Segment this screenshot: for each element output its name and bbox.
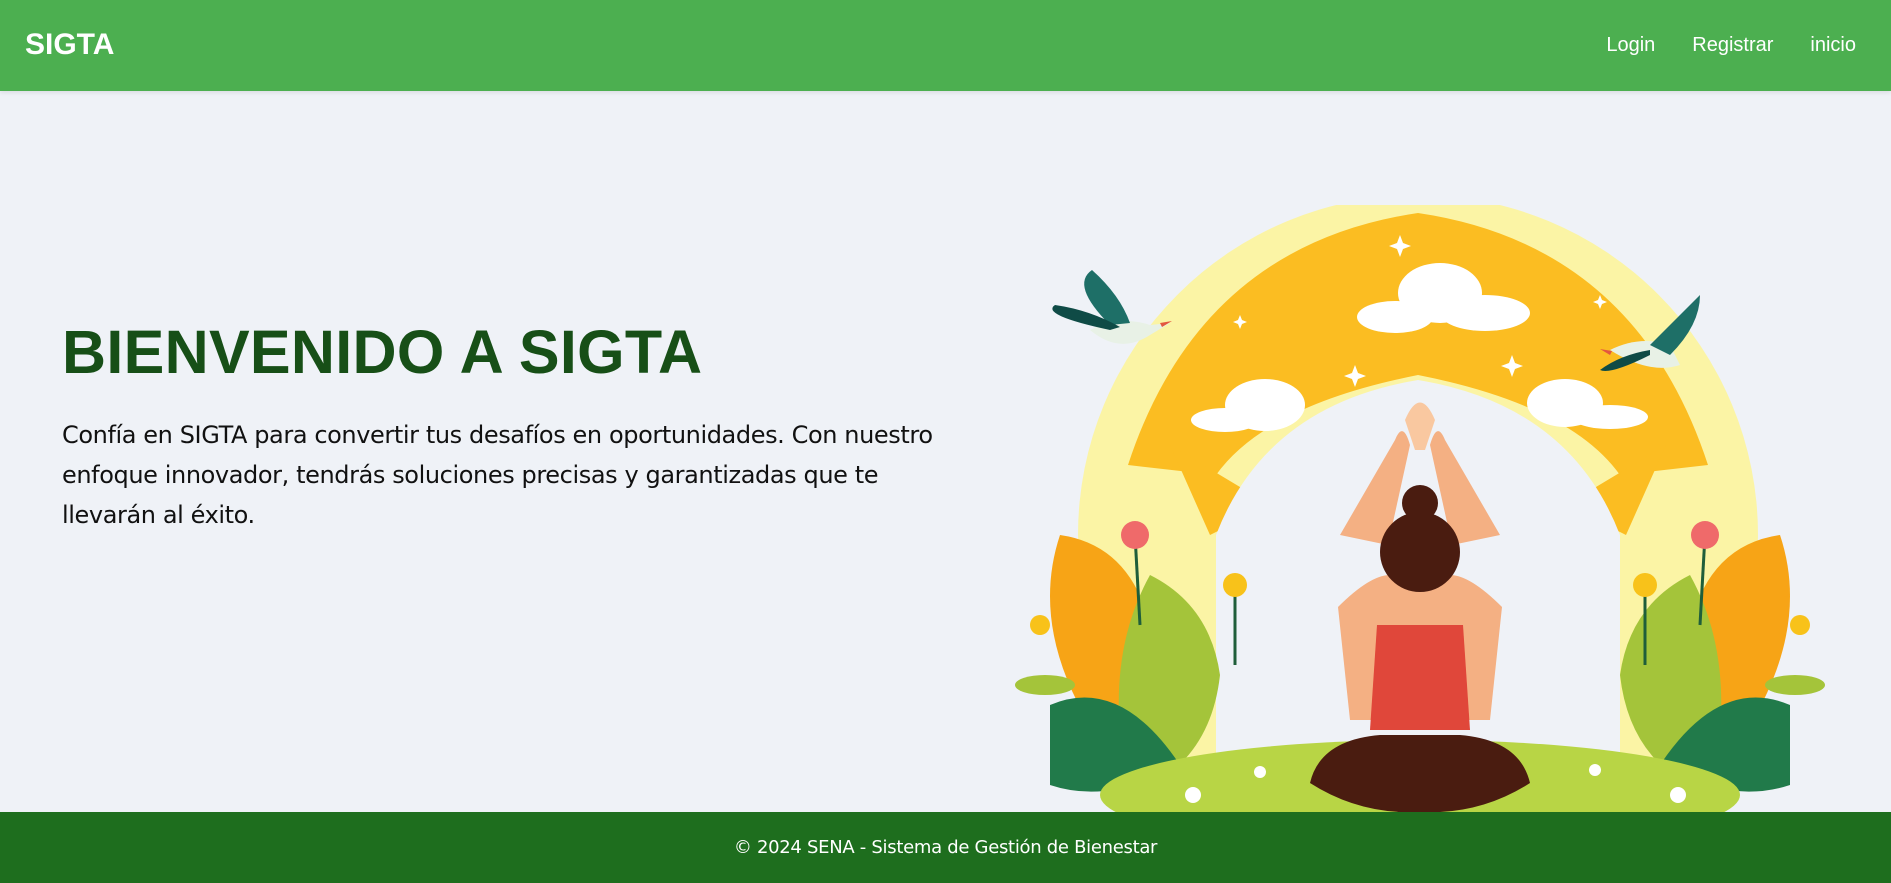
nav-links: Login Registrar inicio — [1606, 28, 1856, 62]
footer: © 2024 SENA - Sistema de Gestión de Bien… — [0, 812, 1891, 883]
yoga-meditation-illustration — [1015, 205, 1825, 812]
navbar: SIGTA Login Registrar inicio — [0, 0, 1891, 91]
hero-title: BIENVENIDO A SIGTA — [62, 318, 703, 386]
hero-description: Confía en SIGTA para convertir tus desaf… — [62, 421, 933, 529]
nav-register-link[interactable]: Registrar — [1692, 34, 1773, 57]
nav-home-link[interactable]: inicio — [1810, 34, 1856, 57]
footer-copyright: © 2024 SENA - Sistema de Gestión de Bien… — [733, 837, 1158, 858]
nav-login-link[interactable]: Login — [1606, 34, 1655, 57]
brand-logo[interactable]: SIGTA — [25, 25, 114, 65]
